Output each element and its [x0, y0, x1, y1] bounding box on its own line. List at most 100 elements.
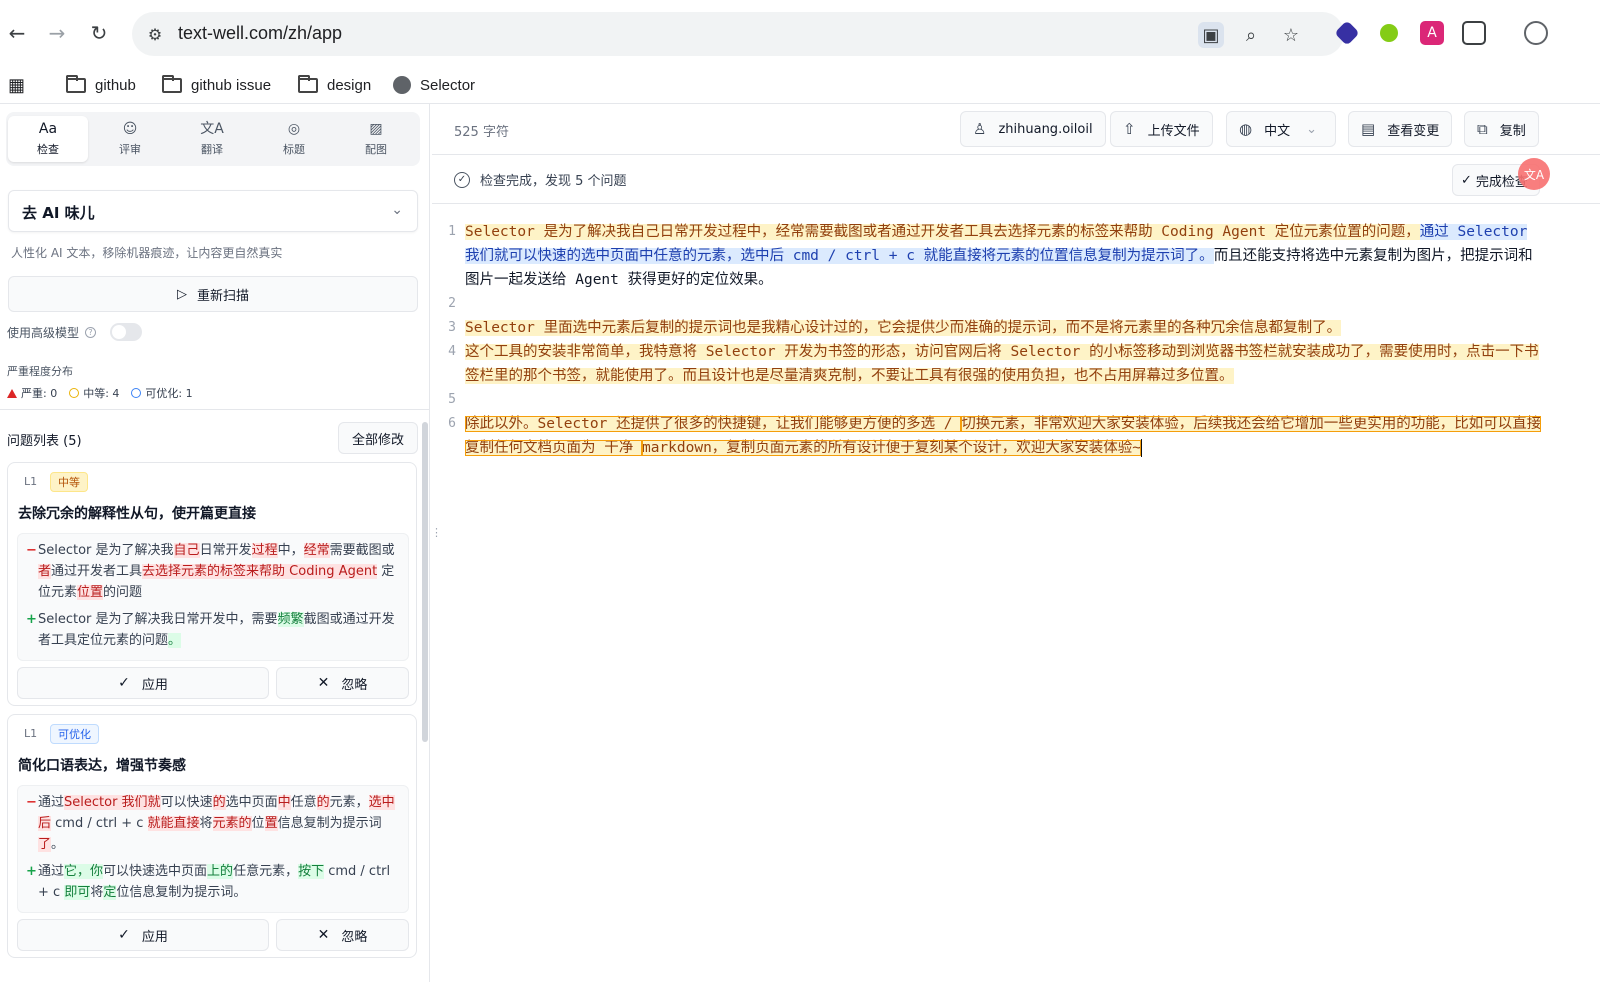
tab-review[interactable]: ☺ 评审 [90, 116, 170, 162]
issue-level: L1 [24, 475, 38, 488]
issue-diff: − 通过Selector 我们就可以快速的选中页面中任意的元素，选中后 cmd /… [17, 785, 409, 913]
tab-label: 检查 [37, 143, 59, 156]
upload-button[interactable]: ⇧ 上传文件 [1110, 111, 1213, 147]
warning-triangle-icon [7, 388, 17, 398]
issue-card[interactable]: L1 中等 去除冗余的解释性从句，使开篇更直接 − Selector 是为了解决我… [7, 462, 417, 706]
severity-title: 严重程度分布 [7, 365, 73, 378]
severity-badge: 中等 [50, 472, 88, 492]
tab-label: 翻译 [201, 143, 223, 156]
issue-card[interactable]: L1 可优化 简化口语表达，增强节奏感 − 通过Selector 我们就可以快速的… [7, 714, 417, 958]
bookmark-label: Selector [420, 76, 476, 94]
upload-icon: ⇧ [1123, 120, 1136, 138]
severity-low-text: 可优化: 1 [145, 387, 193, 400]
forward-arrow-icon[interactable]: → [44, 20, 70, 46]
severity-high: 严重: 0 [7, 385, 57, 401]
upload-label: 上传文件 [1147, 123, 1200, 139]
address-bar[interactable]: ⚙ text-well.com/zh/app ▣ ⌕ ☆ [132, 12, 1344, 56]
diff-removed-line: − Selector 是为了解决我自己日常开发过程中，经常需要截图或者通过开发者工… [26, 543, 395, 600]
check-circle-icon: ✓ [1461, 172, 1472, 188]
url-text[interactable]: text-well.com/zh/app [178, 23, 342, 44]
copy-icon: ⧉ [1477, 120, 1488, 138]
tab-image[interactable]: ▨ 配图 [336, 116, 416, 162]
folder-icon [66, 74, 86, 93]
language-select[interactable]: ◍ 中文 ⌄ [1226, 111, 1336, 147]
severity-low: 可优化: 1 [131, 385, 193, 401]
chevron-down-icon: ⌄ [1306, 121, 1318, 137]
diff-removed-line: − 通过Selector 我们就可以快速的选中页面中任意的元素，选中后 cmd /… [26, 795, 395, 852]
bookmark-star-icon[interactable]: ☆ [1278, 22, 1304, 48]
view-changes-button[interactable]: ▤ 查看变更 [1348, 111, 1453, 147]
tab-translate[interactable]: 文A 翻译 [172, 116, 252, 162]
tab-title[interactable]: ◎ 标题 [254, 116, 334, 162]
rescan-button[interactable]: ▷ 重新扫描 [8, 276, 418, 312]
issue-level: L1 [24, 727, 38, 740]
user-button[interactable]: ♙ zhihuang.oiloil [960, 111, 1106, 147]
reload-icon[interactable]: ↻ [86, 20, 112, 46]
bookmark-label: github [95, 76, 136, 94]
tab-check[interactable]: Aa 检查 [8, 116, 88, 162]
language-label: 中文 [1264, 123, 1291, 139]
user-icon: ♙ [973, 120, 987, 138]
diff-added-line: + Selector 是为了解决我日常开发中，需要频繁截图或通过开发者工具定位元素… [26, 612, 395, 648]
close-icon: ✕ [317, 675, 330, 691]
bookmark-folder-github-issue[interactable]: github issue [162, 72, 271, 98]
text-cursor [1141, 439, 1143, 457]
profile-avatar-icon[interactable] [1524, 21, 1548, 45]
zoom-icon[interactable]: ⌕ [1238, 22, 1264, 48]
site-settings-icon[interactable]: ⚙ [144, 23, 166, 45]
extension-green-icon[interactable] [1380, 24, 1398, 42]
bookmark-label: design [327, 76, 372, 94]
ignore-button[interactable]: ✕ 忽略 [276, 667, 409, 699]
check-icon: ✓ [118, 675, 130, 691]
extensions-puzzle-icon[interactable] [1462, 21, 1486, 45]
folder-icon [298, 74, 318, 93]
editor-line-1: Selector 是为了解决我自己日常开发过程中，经常需要截图或者通过开发者工具… [465, 224, 1533, 288]
apply-button[interactable]: ✓ 应用 [17, 919, 269, 951]
globe-icon [393, 76, 411, 94]
folder-icon [162, 74, 182, 93]
check-circle-icon: ✓ [454, 171, 470, 188]
copy-button[interactable]: ⧉ 复制 [1464, 111, 1539, 147]
bookmark-selector[interactable]: Selector [393, 72, 475, 98]
line-number: 5 [448, 392, 456, 407]
extension-translate-icon[interactable]: A [1420, 21, 1444, 45]
advanced-model-label: 使用高级模型? [7, 324, 97, 341]
document-icon: ▤ [1361, 120, 1376, 138]
mode-label: 去 AI 味儿 [22, 204, 95, 222]
fix-all-button[interactable]: 全部修改 [338, 422, 418, 454]
tab-label: 标题 [283, 143, 305, 156]
diff-added-line: + 通过它，你可以快速选中页面上的任意元素，按下 cmd / ctrl + c 即… [26, 864, 391, 900]
issue-title: 去除冗余的解释性从句，使开篇更直接 [18, 506, 256, 522]
palette-icon: ◎ [287, 121, 301, 137]
back-arrow-icon[interactable]: ← [4, 20, 30, 46]
severity-badge: 可优化 [50, 724, 99, 744]
alert-circle-icon [69, 388, 80, 398]
globe-icon: ◍ [1239, 120, 1253, 138]
text-editor[interactable]: 1 2 3 4 5 6 Selector 是为了解决我自己日常开发过程中，经常需… [432, 220, 1600, 480]
install-app-icon[interactable]: ▣ [1198, 22, 1224, 48]
mode-select[interactable]: 去 AI 味儿 ⌄ [8, 190, 418, 232]
apply-button[interactable]: ✓ 应用 [17, 667, 269, 699]
line-number: 2 [448, 296, 456, 311]
bookmark-folder-design[interactable]: design [298, 72, 371, 98]
check-text-icon: Aa [38, 121, 58, 137]
sidebar-scrollbar[interactable] [422, 422, 428, 742]
apps-grid-icon[interactable]: ▦ [8, 72, 25, 98]
divider [0, 409, 429, 410]
status-message: ✓ 检查完成，发现 5 个问题 [454, 170, 627, 189]
status-text: 检查完成，发现 5 个问题 [480, 174, 627, 189]
issue-actions: ✓ 应用 ✕ 忽略 [17, 667, 409, 699]
line-number: 1 [448, 224, 456, 239]
bookmark-folder-github[interactable]: github [66, 72, 136, 98]
line-number: 3 [448, 320, 456, 335]
tool-tabs: Aa 检查 ☺ 评审 文A 翻译 ◎ 标题 ▨ 配图 [6, 112, 420, 166]
issue-list-title: 问题列表 (5) [7, 434, 82, 449]
image-icon: ▨ [369, 121, 383, 137]
ignore-button[interactable]: ✕ 忽略 [276, 919, 409, 951]
translate-floating-icon[interactable]: 文A [1518, 158, 1550, 190]
chevron-down-icon: ⌄ [391, 202, 403, 218]
bookmark-label: github issue [191, 76, 272, 94]
help-icon[interactable]: ? [85, 327, 97, 338]
char-count: 525 字符 [454, 125, 509, 140]
advanced-model-toggle[interactable] [110, 323, 142, 341]
